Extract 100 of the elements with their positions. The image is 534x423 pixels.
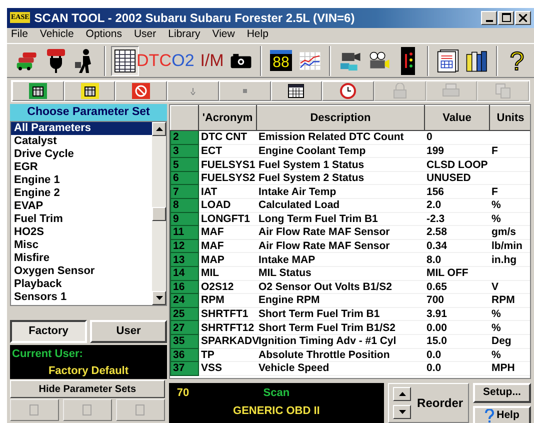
tab[interactable]: User bbox=[90, 320, 167, 344]
table-cell: % bbox=[490, 212, 530, 226]
list-item[interactable]: Drive Cycle bbox=[11, 148, 152, 162]
scrollbar[interactable] bbox=[152, 122, 166, 306]
list-item[interactable]: Playback bbox=[11, 278, 152, 292]
row-number: 14 bbox=[170, 266, 198, 280]
row-number: 8 bbox=[170, 198, 198, 212]
move-down-button[interactable] bbox=[393, 405, 412, 420]
row-number: 24 bbox=[170, 294, 198, 308]
panel-title: Choose Parameter Set bbox=[10, 104, 167, 122]
table-cell: % bbox=[490, 307, 530, 321]
table-cell: O2S12 bbox=[198, 280, 256, 294]
printer-icon bbox=[442, 83, 460, 100]
document-icon bbox=[437, 46, 459, 74]
table-cell: O2 Sensor Out Volts B1/S2 bbox=[256, 280, 424, 294]
row-number: 36 bbox=[170, 348, 198, 362]
row-number: 13 bbox=[170, 252, 198, 266]
list-item[interactable]: Catalyst bbox=[11, 135, 152, 148]
protocol-label: GENERIC OBD II bbox=[232, 404, 321, 420]
table-cell: MAF bbox=[198, 226, 256, 240]
table-cell: VSS bbox=[198, 362, 256, 376]
help-button[interactable]: Help bbox=[473, 406, 531, 423]
row-number: 11 bbox=[170, 226, 198, 240]
table-cell: FUELSYS2 bbox=[198, 171, 256, 185]
scroll-thumb[interactable] bbox=[152, 206, 166, 221]
table-cell: lb/min bbox=[490, 239, 530, 253]
column-header[interactable]: Description bbox=[256, 106, 424, 131]
setup-button[interactable]: Setup... bbox=[473, 383, 531, 403]
table-cell: RPM bbox=[490, 294, 530, 308]
table-cell: 2.58 bbox=[424, 226, 490, 240]
table-cell: ECT bbox=[198, 144, 256, 158]
table-cell: F bbox=[490, 144, 530, 158]
minimize-icon bbox=[486, 20, 492, 22]
current-user-label: Current User: bbox=[12, 347, 84, 362]
toolbar-button[interactable]: 88 bbox=[267, 46, 295, 76]
maximize-button[interactable] bbox=[498, 10, 514, 25]
help-icon bbox=[484, 408, 494, 423]
close-button[interactable] bbox=[515, 10, 531, 25]
table-cell: Deg bbox=[490, 334, 530, 348]
table-cell: 156 bbox=[424, 184, 490, 198]
table-cell: % bbox=[490, 198, 530, 212]
current-user-value: Factory Default bbox=[47, 364, 130, 379]
table-cell: LOAD bbox=[198, 198, 256, 212]
row-number: 37 bbox=[170, 362, 198, 376]
list-item[interactable]: Misc bbox=[11, 239, 152, 252]
menu-item[interactable]: Options bbox=[86, 27, 122, 44]
table-cell: MAF bbox=[198, 239, 256, 253]
menu-item[interactable]: Help bbox=[246, 27, 268, 44]
meter-icon bbox=[400, 46, 416, 76]
list-item[interactable]: Sensors 1 bbox=[11, 291, 152, 304]
list-item[interactable]: All Parameters bbox=[11, 122, 152, 136]
list-item[interactable]: HO2S bbox=[11, 226, 152, 240]
table-cell: FUELSYS1 bbox=[198, 158, 256, 172]
toolbar-button[interactable]: I/M bbox=[198, 46, 226, 76]
toolbar-button[interactable] bbox=[111, 46, 139, 76]
menu-item[interactable]: User bbox=[134, 27, 156, 44]
menu-item[interactable]: Library bbox=[168, 27, 200, 44]
list-item[interactable]: Fuel Trim bbox=[11, 213, 152, 226]
grid-icon bbox=[114, 48, 136, 74]
row-number: 27 bbox=[170, 320, 198, 334]
table-cell: TP bbox=[198, 348, 256, 362]
list-item[interactable]: Engine 2 bbox=[11, 187, 152, 200]
table-cell: SPARKADV bbox=[198, 334, 256, 348]
table-cell: in.hg bbox=[490, 252, 530, 266]
hide-sets-button[interactable]: Hide Parameter Sets bbox=[10, 380, 165, 398]
digital-display-icon: 88 bbox=[270, 50, 292, 71]
column-header[interactable]: Value bbox=[424, 106, 490, 131]
table-cell: 0.34 bbox=[424, 239, 490, 253]
table-cell: Vehicle Speed bbox=[256, 362, 424, 376]
menu-item[interactable]: File bbox=[11, 27, 28, 44]
clock-icon bbox=[340, 83, 356, 100]
close-icon bbox=[519, 14, 527, 22]
list-item[interactable]: EVAP bbox=[11, 200, 152, 214]
padlock-icon bbox=[392, 83, 407, 100]
table-cell: Short Term Fuel Trim B1/S2 bbox=[256, 320, 424, 334]
minimize-button[interactable] bbox=[481, 10, 497, 25]
list-item[interactable]: Misfire bbox=[11, 252, 152, 266]
row-number: 2 bbox=[170, 130, 198, 144]
table-cell: Engine Coolant Temp bbox=[256, 144, 424, 158]
table-cell: % bbox=[490, 320, 530, 334]
menu-item[interactable]: View bbox=[212, 27, 235, 44]
table-cell: Calculated Load bbox=[256, 198, 424, 212]
row-number: 3 bbox=[170, 144, 198, 158]
table-cell: DTC CNT bbox=[198, 130, 256, 144]
table-cell: Emission Related DTC Count bbox=[256, 130, 424, 144]
list-item[interactable]: Oxygen Sensor bbox=[11, 265, 152, 278]
menu-item[interactable]: Vehicle bbox=[40, 27, 74, 44]
row-number: 12 bbox=[170, 239, 198, 253]
tab[interactable]: Factory bbox=[10, 320, 87, 344]
column-header[interactable]: Units bbox=[490, 106, 530, 131]
column-header[interactable]: 'Acronym bbox=[198, 106, 256, 131]
table-cell: Air Flow Rate MAF Sensor bbox=[256, 239, 424, 253]
mode-label: Scan bbox=[262, 386, 291, 402]
list-item[interactable]: EGR bbox=[11, 161, 152, 174]
table-cell: UNUSED bbox=[424, 171, 490, 185]
move-up-button[interactable] bbox=[393, 387, 412, 402]
table-cell: MAP bbox=[198, 252, 256, 266]
row-number: 6 bbox=[170, 171, 198, 185]
table-cell: IAT bbox=[198, 184, 256, 198]
list-item[interactable]: Engine 1 bbox=[11, 174, 152, 188]
